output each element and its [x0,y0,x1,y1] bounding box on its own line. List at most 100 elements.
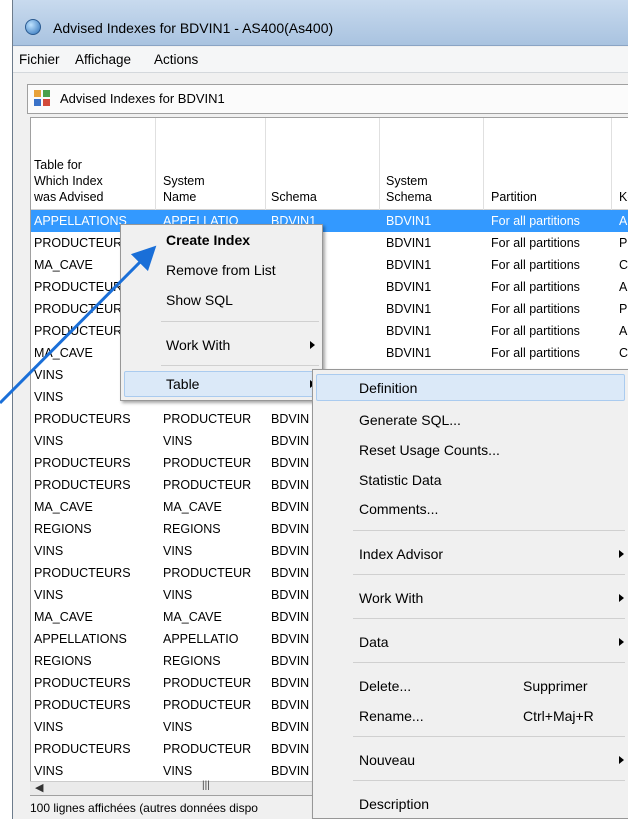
submenu-description[interactable]: Description [359,796,429,812]
submenu-generate-sql[interactable]: Generate SQL... [359,412,461,428]
table-cell: AP [619,280,628,294]
table-cell: REGIONS [163,654,221,668]
table-cell: BDVIN1 [386,258,432,272]
submenu-delete[interactable]: Delete... [359,678,411,694]
context-menu: Create Index Remove from List Show SQL W… [120,224,323,401]
table-cell: PRODUCTEUR [163,412,252,426]
table-cell: PR [619,236,628,250]
table-cell: AP [619,324,628,338]
menu-separator [353,574,625,575]
column-header-partition[interactable]: Partition [491,189,537,205]
table-cell: VINS [34,764,64,778]
table-cell: PRODUCTEUR [163,676,252,690]
submenu-arrow-icon [619,594,624,602]
table-cell: PRODUCTEURS [34,456,131,470]
column-header-system-name[interactable]: System Name [163,173,205,205]
scroll-left-icon[interactable]: ◀ [35,781,43,794]
table-cell: PRODUCTEURS [34,478,131,492]
table-cell: MA_CAVE [34,610,93,624]
menu-bar: Fichier Affichage Actions [13,47,628,73]
submenu-reset-usage-counts[interactable]: Reset Usage Counts... [359,442,500,458]
column-header-key[interactable]: Ke [619,189,628,205]
table-cell: MA_CAVE [163,610,222,624]
table-cell: REGIONS [34,522,92,536]
menu-work-with[interactable]: Work With [166,337,230,353]
submenu-arrow-icon [310,341,315,349]
column-divider[interactable] [265,118,266,210]
status-bar: 100 lignes affichées (autres données dis… [30,801,330,819]
submenu-data[interactable]: Data [359,634,389,650]
table-cell: For all partitions [491,280,580,294]
table-cell: AP [619,214,628,228]
submenu-nouveau[interactable]: Nouveau [359,752,415,768]
horizontal-scrollbar[interactable]: ◀ ||| [30,780,330,795]
column-divider[interactable] [483,118,484,210]
submenu-statistic-data[interactable]: Statistic Data [359,472,441,488]
table-cell: PRODUCTEUR [163,698,252,712]
table-cell: For all partitions [491,324,580,338]
menu-create-index[interactable]: Create Index [166,232,250,248]
table-cell: BDVIN1 [386,324,432,338]
menu-fichier[interactable]: Fichier [19,52,60,67]
table-cell: For all partitions [491,302,580,316]
table-cell: APPELLATIONS [34,632,127,646]
table-cell: BDVIN1 [386,280,432,294]
table-cell: VINS [163,588,193,602]
table-cell: REGIONS [34,654,92,668]
table-cell: MA_CAVE [34,500,93,514]
table-cell: VINS [34,434,64,448]
menu-separator [353,780,625,781]
menu-separator [161,321,319,322]
app-icon [25,19,41,35]
submenu-work-with[interactable]: Work With [359,590,423,606]
table-cell: MA_CAVE [163,500,222,514]
table-cell: PRODUCTEUR [163,566,252,580]
table-submenu: Definition Generate SQL... Reset Usage C… [312,369,628,819]
menu-separator [353,530,625,531]
menu-separator [161,365,319,366]
menu-table[interactable]: Table [166,376,199,392]
menu-separator [353,662,625,663]
table-cell: VINS [34,544,64,558]
menu-actions[interactable]: Actions [154,52,198,67]
menu-separator [353,736,625,737]
column-header-schema[interactable]: Schema [271,189,317,205]
submenu-index-advisor[interactable]: Index Advisor [359,546,443,562]
menu-affichage[interactable]: Affichage [75,52,131,67]
table-cell: VINS [163,544,193,558]
panel-title: Advised Indexes for BDVIN1 [60,91,225,106]
column-divider[interactable] [155,118,156,210]
submenu-rename[interactable]: Rename... [359,708,424,724]
submenu-arrow-icon [619,756,624,764]
table-cell: BDVIN1 [386,214,432,228]
table-cell: CA [619,346,628,360]
menu-show-sql[interactable]: Show SQL [166,292,233,308]
window-title: Advised Indexes for BDVIN1 - AS400(As400… [53,20,334,36]
submenu-arrow-icon [619,638,624,646]
main-window: Advised Indexes for BDVIN1 - AS400(As400… [12,0,628,819]
menu-remove-from-list[interactable]: Remove from List [166,262,276,278]
table-cell: For all partitions [491,346,580,360]
table-cell: PRODUCTEURS [34,676,131,690]
submenu-comments[interactable]: Comments... [359,501,438,517]
table-cell: VINS [163,434,193,448]
column-header-system-schema[interactable]: System Schema [386,173,432,205]
submenu-definition[interactable]: Definition [359,380,417,396]
delete-shortcut: Supprimer [523,678,588,694]
panel-header: Advised Indexes for BDVIN1 [27,84,628,114]
scroll-grip-icon[interactable]: ||| [202,780,210,791]
column-divider[interactable] [611,118,612,210]
table-cell: VINS [34,720,64,734]
table-cell: BDVIN1 [386,236,432,250]
table-cell: PRODUCTEUR [163,456,252,470]
table-cell: PRODUCTEURS [34,698,131,712]
table-cell: VINS [163,764,193,778]
column-divider[interactable] [379,118,380,210]
table-cell: For all partitions [491,214,580,228]
menu-separator [353,618,625,619]
rename-shortcut: Ctrl+Maj+R [523,708,594,724]
table-cell: CA [619,258,628,272]
table-cell: BDVIN1 [386,346,432,360]
column-header-table[interactable]: Table for Which Index was Advised [34,157,103,205]
title-bar[interactable]: Advised Indexes for BDVIN1 - AS400(As400… [13,0,628,46]
